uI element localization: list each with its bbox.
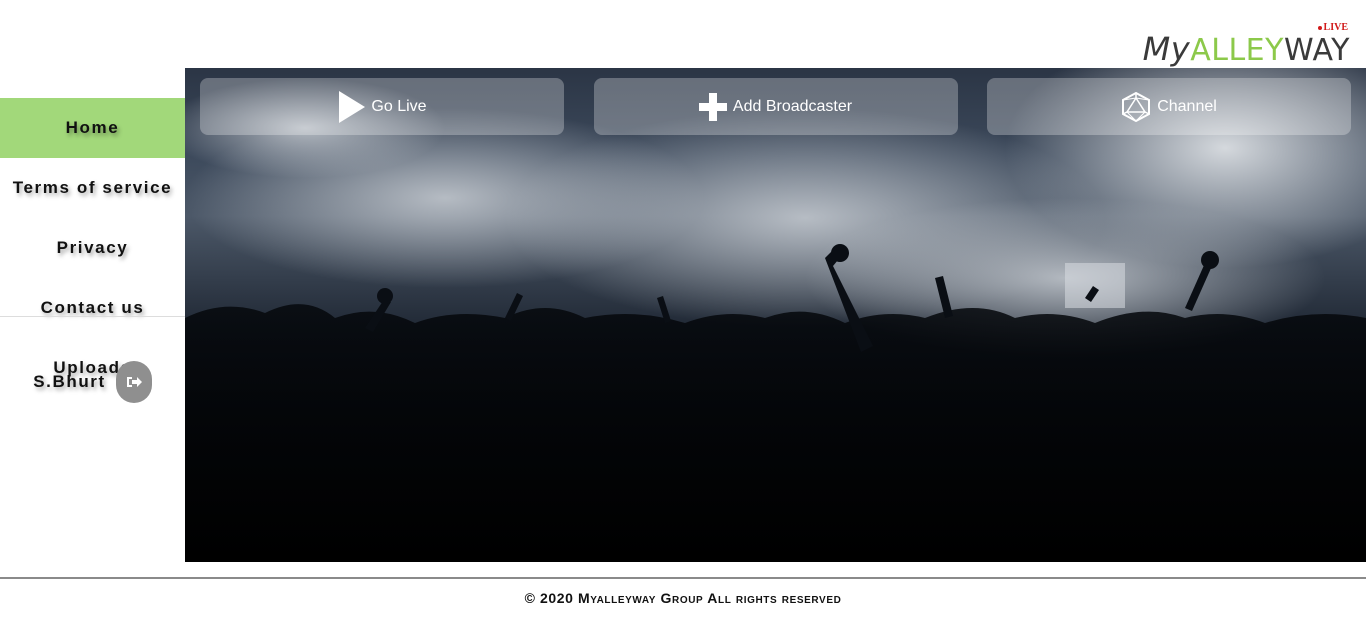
footer-copyright: © 2020 Myalleyway Group All rights reser… — [524, 590, 842, 606]
footer-divider — [0, 577, 1366, 579]
logo-alley: ALLEY — [1190, 33, 1284, 68]
go-live-button[interactable]: Go Live — [200, 78, 564, 135]
channel-label: Channel — [1157, 97, 1217, 115]
sidebar-item-terms[interactable]: Terms of service — [0, 158, 185, 218]
dice-icon — [1122, 91, 1151, 122]
go-live-label: Go Live — [371, 97, 427, 115]
concert-crowd-image — [185, 68, 1366, 562]
logo-my: My — [1142, 30, 1191, 68]
sidebar-item-contact[interactable]: Contact us — [0, 278, 185, 338]
sidebar-item-home[interactable]: Home — [0, 98, 185, 158]
add-broadcaster-label: Add Broadcaster — [732, 97, 853, 115]
sidebar-nav: Home Terms of service Privacy Contact us… — [0, 98, 185, 398]
logo-live-badge: LIVE — [1318, 22, 1348, 33]
sidebar-item-privacy[interactable]: Privacy — [0, 218, 185, 278]
logout-button[interactable] — [115, 361, 152, 403]
logo-way: WAY — [1283, 33, 1350, 68]
sidebar-divider — [0, 316, 185, 317]
hero-actions: Go Live Add Broadcaster Channel — [200, 78, 1351, 135]
brand-logo[interactable]: MyALLEYWAY LIVE — [1143, 18, 1350, 66]
play-icon — [339, 90, 366, 123]
sign-out-icon — [126, 377, 142, 387]
hero-banner: Go Live Add Broadcaster Channel — [185, 68, 1366, 562]
add-broadcaster-button[interactable]: Add Broadcaster — [593, 78, 958, 135]
channel-button[interactable]: Channel — [987, 78, 1351, 135]
user-panel: S.Bhurt — [0, 361, 185, 403]
page: MyALLEYWAY LIVE Home Terms of service Pr… — [0, 0, 1366, 625]
plus-icon — [698, 92, 727, 121]
user-name: S.Bhurt — [33, 372, 106, 391]
